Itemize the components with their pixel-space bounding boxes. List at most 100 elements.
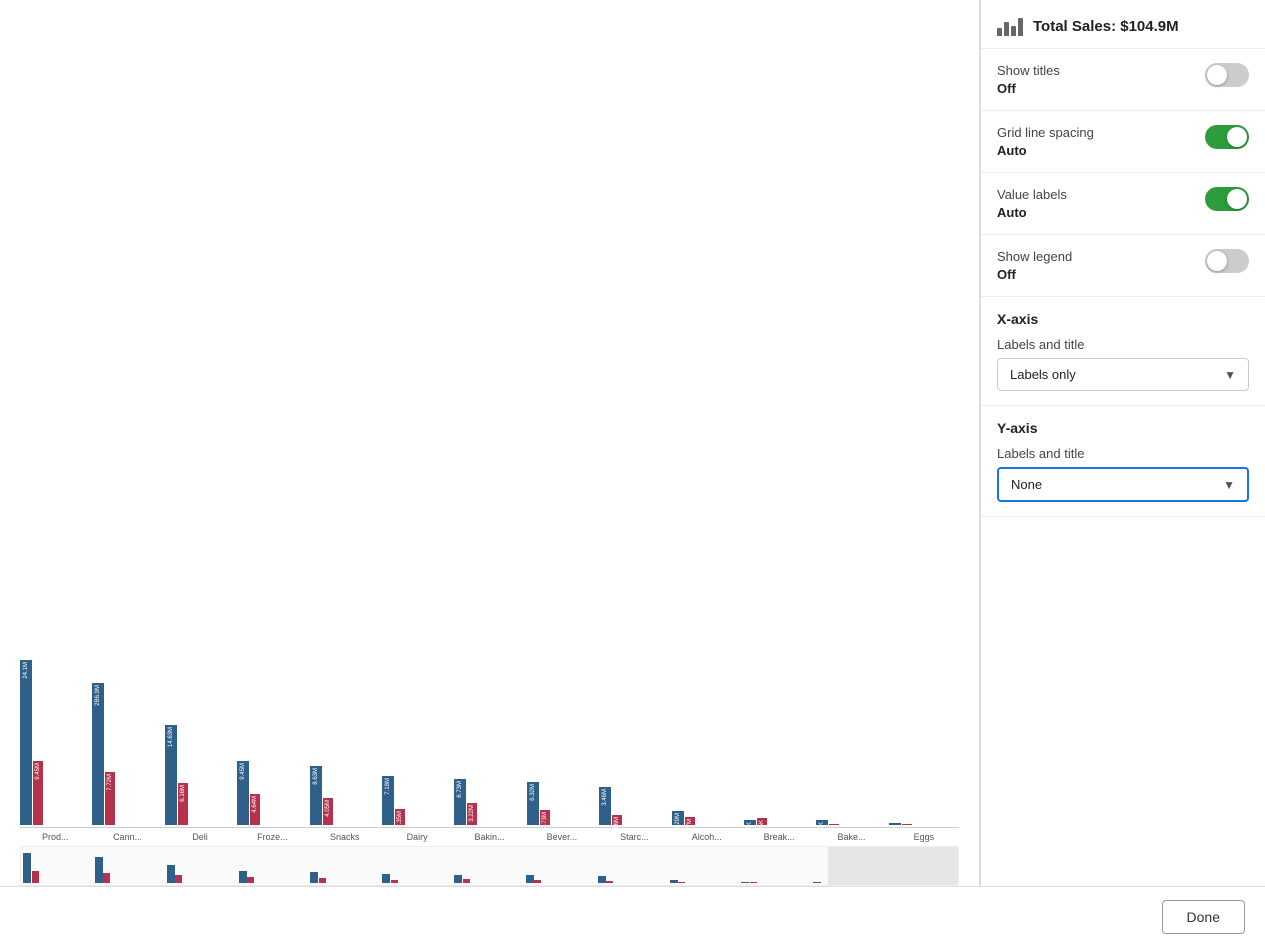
red-bar: 3.22M [467,803,477,825]
show-legend-toggle[interactable] [1205,249,1249,273]
blue-bar: 14.63M [165,725,177,825]
grid-line-spacing-toggle-knob [1227,127,1247,147]
category-label: Bever... [527,832,597,842]
mini-bar-group [598,876,669,883]
show-legend-text: Show legend Off [997,249,1072,282]
done-button[interactable]: Done [1162,900,1245,934]
blue-bar: 9.45M [237,761,249,825]
mini-blue-bar [741,882,749,883]
bar-value-label: 1.66M [614,817,620,834]
blue-bar: 8.63M [310,766,322,825]
bar-group: 678.25K32.9.95K [744,818,814,825]
grid-line-spacing-section: Grid line spacing Auto [981,111,1265,173]
y-axis-title: Y-axis [997,420,1249,436]
bar-group: 24.1M9.45M [20,660,90,825]
show-titles-section: Show titles Off [981,49,1265,111]
bci-bar3 [1011,26,1016,36]
grid-line-spacing-toggle[interactable] [1205,125,1249,149]
mini-blue-bar [95,857,103,883]
x-axis-title: X-axis [997,311,1249,327]
mini-blue-bar [526,875,534,883]
show-titles-toggle-knob [1207,65,1227,85]
mini-blue-bar [167,865,175,883]
bar-value-label: 51.77M [687,819,693,839]
mini-red-bar [534,880,541,883]
blue-bar: 7.18M [382,776,394,825]
bar-value-label: 6.32M [530,784,536,801]
category-label: Dairy [382,832,452,842]
value-labels-label: Value labels [997,187,1067,202]
show-titles-toggle[interactable] [1205,63,1249,87]
mini-red-bar [175,875,182,883]
bottom-bar: Done [0,886,1265,946]
value-labels-toggle[interactable] [1205,187,1249,211]
mini-bar-group [526,875,597,883]
red-bar: 4.64M [250,794,260,825]
mini-blue-bar [239,871,247,883]
bar-value-label: 7.18M [385,778,391,795]
mini-red-bar [319,878,326,883]
category-label: Alcoh... [672,832,742,842]
blue-bar: 2B6.9M [92,683,104,825]
bar-value-label: 8.63M [313,768,319,785]
mini-bar-group [23,853,94,883]
bci-bar4 [1018,18,1023,36]
bci-bar2 [1004,22,1009,36]
category-label: Eggs [889,832,959,842]
bar-value-label: 2B6.9M [95,685,101,706]
mini-bar-group [670,880,741,883]
category-label: Cann... [92,832,162,842]
bars-container: 24.1M9.45M2B6.9M7.72M14.63M6.16M9.45M4.6… [20,648,959,828]
right-panel: Total Sales: $104.9M Show titles Off Gri… [980,0,1265,886]
bar-value-label: 6.73M [457,781,463,798]
red-bar: 1.66M [612,815,622,825]
mini-blue-bar [310,872,318,883]
red-bar: 6.16M [178,783,188,825]
bar-value-label: 2.35M [397,811,403,828]
blue-bar: 842.3K [816,820,828,825]
bar-group: 2.29M51.77M [672,811,742,825]
show-titles-text: Show titles Off [997,63,1060,96]
bar-value-label: 2.73M [542,812,548,829]
show-legend-section: Show legend Off [981,235,1265,297]
grid-line-spacing-value: Auto [997,143,1094,158]
bar-group: 6.73M 3.22M [454,779,524,825]
show-titles-label: Show titles [997,63,1060,78]
mini-red-bar [247,877,254,883]
mini-red-bar [678,882,685,883]
category-label: Bakin... [454,832,524,842]
bar-value-label: 245.22K [892,825,898,847]
bar-value-label: 3.22M [469,805,475,822]
bar-value-label: 842.3K [819,822,825,841]
bar-value-label: 9.45M [35,763,41,780]
bar-group: 7.18M 2.35M [382,776,452,825]
bar-value-label: 2.29M [675,813,681,830]
mini-red-bar [606,881,613,883]
category-label: Snacks [310,832,380,842]
bar-value-label: 4.05M [325,800,331,817]
y-axis-dropdown-value: None [1011,477,1042,492]
red-bar: 9.45M [33,761,43,825]
panel-header: Total Sales: $104.9M [981,0,1265,49]
bar-value-label: 6.16M [180,785,186,802]
category-label: Deli [165,832,235,842]
mini-bar-group [310,872,381,883]
y-axis-section: Y-axis Labels and title None ▼ [981,406,1265,517]
mini-red-bar [32,871,39,883]
x-axis-dropdown[interactable]: Labels only ▼ [997,358,1249,391]
bar-value-label: 3.46M [602,789,608,806]
y-axis-dropdown-arrow: ▼ [1223,478,1235,492]
red-bar: 2.73M [540,810,550,825]
y-axis-dropdown[interactable]: None ▼ [997,467,1249,502]
bar-group: 245.22K [889,823,959,825]
bar-value-label: 9.45M [240,763,246,780]
red-bar: 51.77M [685,817,695,825]
panel-title: Total Sales: $104.9M [1033,18,1179,35]
bar-value-label: 4.64M [252,796,258,813]
bar-group: 2B6.9M7.72M [92,683,162,825]
mini-bar-group [454,875,525,883]
mini-red-bar [103,873,110,883]
mini-red-bar [391,880,398,883]
blue-bar: 24.1M [20,660,32,825]
mini-bar-group [382,874,453,883]
